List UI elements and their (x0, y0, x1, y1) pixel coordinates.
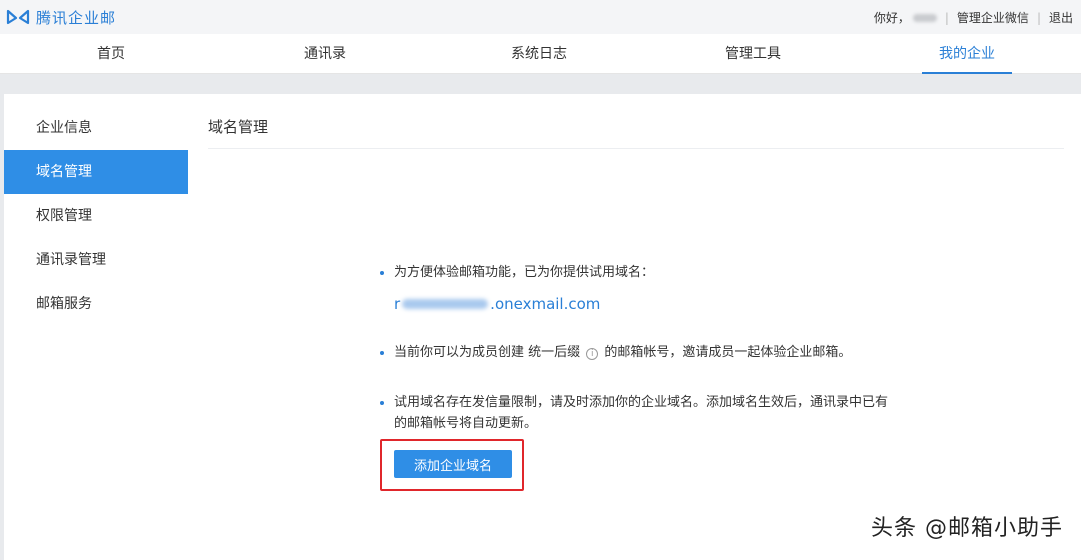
notice2-text-a: 当前你可以为成员创建 统一后缀 (394, 345, 585, 360)
add-enterprise-domain-button[interactable]: 添加企业域名 (394, 450, 512, 478)
top-bar: 腾讯企业邮 你好， | 管理企业微信 | 退出 (0, 0, 1081, 34)
logo-icon (6, 9, 30, 25)
domain-prefix: r (394, 295, 401, 313)
watermark: 头条 @邮箱小助手 (871, 516, 1063, 541)
tab-system-log[interactable]: 系统日志 (494, 34, 584, 74)
divider: | (944, 10, 949, 25)
notice2-text-b: 的邮箱帐号，邀请成员一起体验企业邮箱。 (600, 345, 852, 360)
info-icon[interactable]: i (586, 348, 599, 360)
page-title: 域名管理 (208, 118, 269, 136)
tab-contacts[interactable]: 通讯录 (280, 34, 370, 74)
user-area: 你好， | 管理企业微信 | 退出 (874, 9, 1073, 26)
separator-band (0, 74, 1081, 94)
sidebar-item-mailbox-service[interactable]: 邮箱服务 (4, 282, 188, 326)
notice-create-accounts: 当前你可以为成员创建 统一后缀 i 的邮箱帐号，邀请成员一起体验企业邮箱。 (378, 342, 898, 363)
domain-suffix: .onexmail.com (490, 295, 601, 313)
notice-send-limit: 试用域名存在发信量限制，请及时添加你的企业域名。添加域名生效后，通讯录中已有的邮… (378, 392, 898, 434)
domain-info: 为方便体验邮箱功能，已为你提供试用域名： r .onexmail.com 当前你… (378, 262, 898, 434)
notice-trial-domain: 为方便体验邮箱功能，已为你提供试用域名： (378, 262, 898, 283)
tab-home[interactable]: 首页 (66, 34, 156, 74)
manage-wechat-link[interactable]: 管理企业微信 (957, 9, 1029, 26)
trial-domain[interactable]: r .onexmail.com (378, 295, 898, 313)
logo-text: 腾讯企业邮 (36, 8, 117, 27)
tab-my-enterprise[interactable]: 我的企业 (922, 34, 1012, 74)
divider: | (1036, 10, 1041, 25)
user-name-blurred (912, 13, 937, 22)
sidebar-item-contacts-management[interactable]: 通讯录管理 (4, 238, 188, 282)
sidebar-item-enterprise-info[interactable]: 企业信息 (4, 106, 188, 150)
sidebar: 企业信息 域名管理 权限管理 通讯录管理 邮箱服务 (4, 106, 188, 326)
main-content: 域名管理 为方便体验邮箱功能，已为你提供试用域名： r .onexmail.co… (208, 94, 1064, 560)
sidebar-item-permissions[interactable]: 权限管理 (4, 194, 188, 238)
divider (208, 148, 1064, 149)
sidebar-item-domain-management[interactable]: 域名管理 (4, 150, 188, 194)
main-nav: 首页 通讯录 系统日志 管理工具 我的企业 (0, 34, 1081, 74)
logout-link[interactable]: 退出 (1049, 9, 1073, 26)
tab-management-tools[interactable]: 管理工具 (708, 34, 798, 74)
greeting: 你好， (873, 11, 910, 25)
domain-blurred (402, 299, 489, 309)
logo[interactable]: 腾讯企业邮 (6, 6, 116, 28)
